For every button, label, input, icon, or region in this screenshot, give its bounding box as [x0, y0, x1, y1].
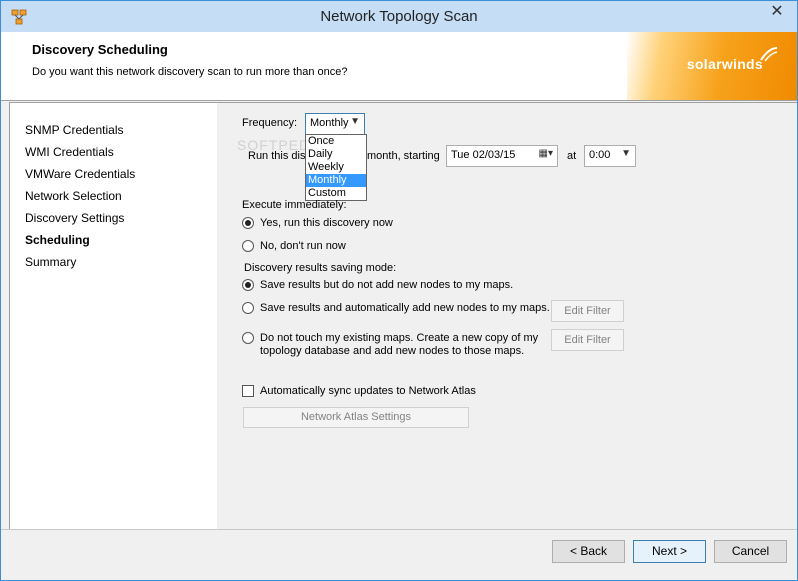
nav-item-vmware-credentials[interactable]: VMWare Credentials	[25, 167, 135, 181]
new-copy-label-line1[interactable]: Do not touch my existing maps. Create a …	[260, 332, 538, 344]
page-subtitle: Do you want this network discovery scan …	[32, 66, 348, 78]
page-title: Discovery Scheduling	[32, 42, 168, 57]
wizard-footer: < Back Next > Cancel	[1, 529, 797, 580]
scheduling-panel: SOFTPEDIA Frequency: Monthly ▼ Run this …	[217, 102, 797, 529]
title-bar[interactable]: Network Topology Scan ✕	[1, 1, 797, 32]
execute-yes-label[interactable]: Yes, run this discovery now	[260, 217, 393, 229]
save-no-add-label[interactable]: Save results but do not add new nodes to…	[260, 279, 513, 291]
back-button[interactable]: < Back	[552, 540, 625, 563]
cancel-button[interactable]: Cancel	[714, 540, 787, 563]
edit-filter-button-1[interactable]: Edit Filter	[551, 300, 624, 322]
chevron-down-icon: ▼	[350, 116, 360, 127]
at-label: at	[567, 150, 577, 162]
solarwinds-logo-icon	[760, 47, 778, 62]
new-copy-label-line2[interactable]: topology database and add new nodes to t…	[260, 345, 524, 357]
dialog-window: Network Topology Scan ✕ Discovery Schedu…	[0, 0, 798, 581]
execute-no-radio[interactable]	[242, 240, 254, 252]
wizard-header: Discovery Scheduling Do you want this ne…	[1, 32, 797, 101]
execute-yes-radio[interactable]	[242, 217, 254, 229]
frequency-option-weekly[interactable]: Weekly	[306, 161, 366, 174]
frequency-option-daily[interactable]: Daily	[306, 148, 366, 161]
nav-item-snmp-credentials[interactable]: SNMP Credentials	[25, 123, 123, 137]
nav-item-network-selection[interactable]: Network Selection	[25, 189, 122, 203]
start-date-value: Tue 02/03/15	[451, 149, 516, 161]
calendar-icon: ▦▾	[538, 148, 553, 159]
frequency-select[interactable]: Monthly ▼	[305, 113, 365, 135]
nav-item-scheduling[interactable]: Scheduling	[25, 233, 90, 247]
edit-filter-button-2[interactable]: Edit Filter	[551, 329, 624, 351]
saving-mode-label: Discovery results saving mode:	[244, 262, 397, 274]
frequency-option-once[interactable]: Once	[306, 135, 366, 148]
next-button[interactable]: Next >	[633, 540, 706, 563]
wizard-steps-nav: SNMP Credentials WMI Credentials VMWare …	[9, 102, 218, 530]
close-icon[interactable]: ✕	[762, 1, 792, 23]
run-text-right: month, starting	[367, 150, 440, 162]
execute-no-label[interactable]: No, don't run now	[260, 240, 346, 252]
frequency-dropdown-list: Once Daily Weekly Monthly Custom	[305, 134, 367, 201]
save-auto-add-radio[interactable]	[242, 302, 254, 314]
save-no-add-radio[interactable]	[242, 279, 254, 291]
nav-item-summary[interactable]: Summary	[25, 255, 76, 269]
window-title: Network Topology Scan	[320, 8, 478, 25]
execute-label: Execute immediately:	[242, 199, 347, 211]
frequency-option-monthly[interactable]: Monthly	[306, 174, 366, 187]
nav-item-discovery-settings[interactable]: Discovery Settings	[25, 211, 124, 225]
frequency-select-value: Monthly	[310, 117, 349, 129]
brand-logo-text: solarwinds	[686, 56, 763, 72]
network-atlas-settings-button[interactable]: Network Atlas Settings	[243, 407, 469, 428]
start-date-picker[interactable]: Tue 02/03/15 ▦▾	[446, 145, 558, 167]
start-time-value: 0:00	[589, 149, 611, 161]
frequency-label: Frequency:	[242, 117, 298, 129]
sync-atlas-label[interactable]: Automatically sync updates to Network At…	[260, 385, 476, 397]
save-auto-add-label[interactable]: Save results and automatically add new n…	[260, 302, 550, 314]
start-time-select[interactable]: 0:00 ▼	[584, 145, 636, 167]
new-copy-radio[interactable]	[242, 332, 254, 344]
nav-item-wmi-credentials[interactable]: WMI Credentials	[25, 145, 114, 159]
sync-atlas-checkbox[interactable]	[242, 385, 254, 397]
chevron-down-icon: ▼	[621, 148, 631, 159]
brand-banner: solarwinds	[627, 32, 797, 100]
